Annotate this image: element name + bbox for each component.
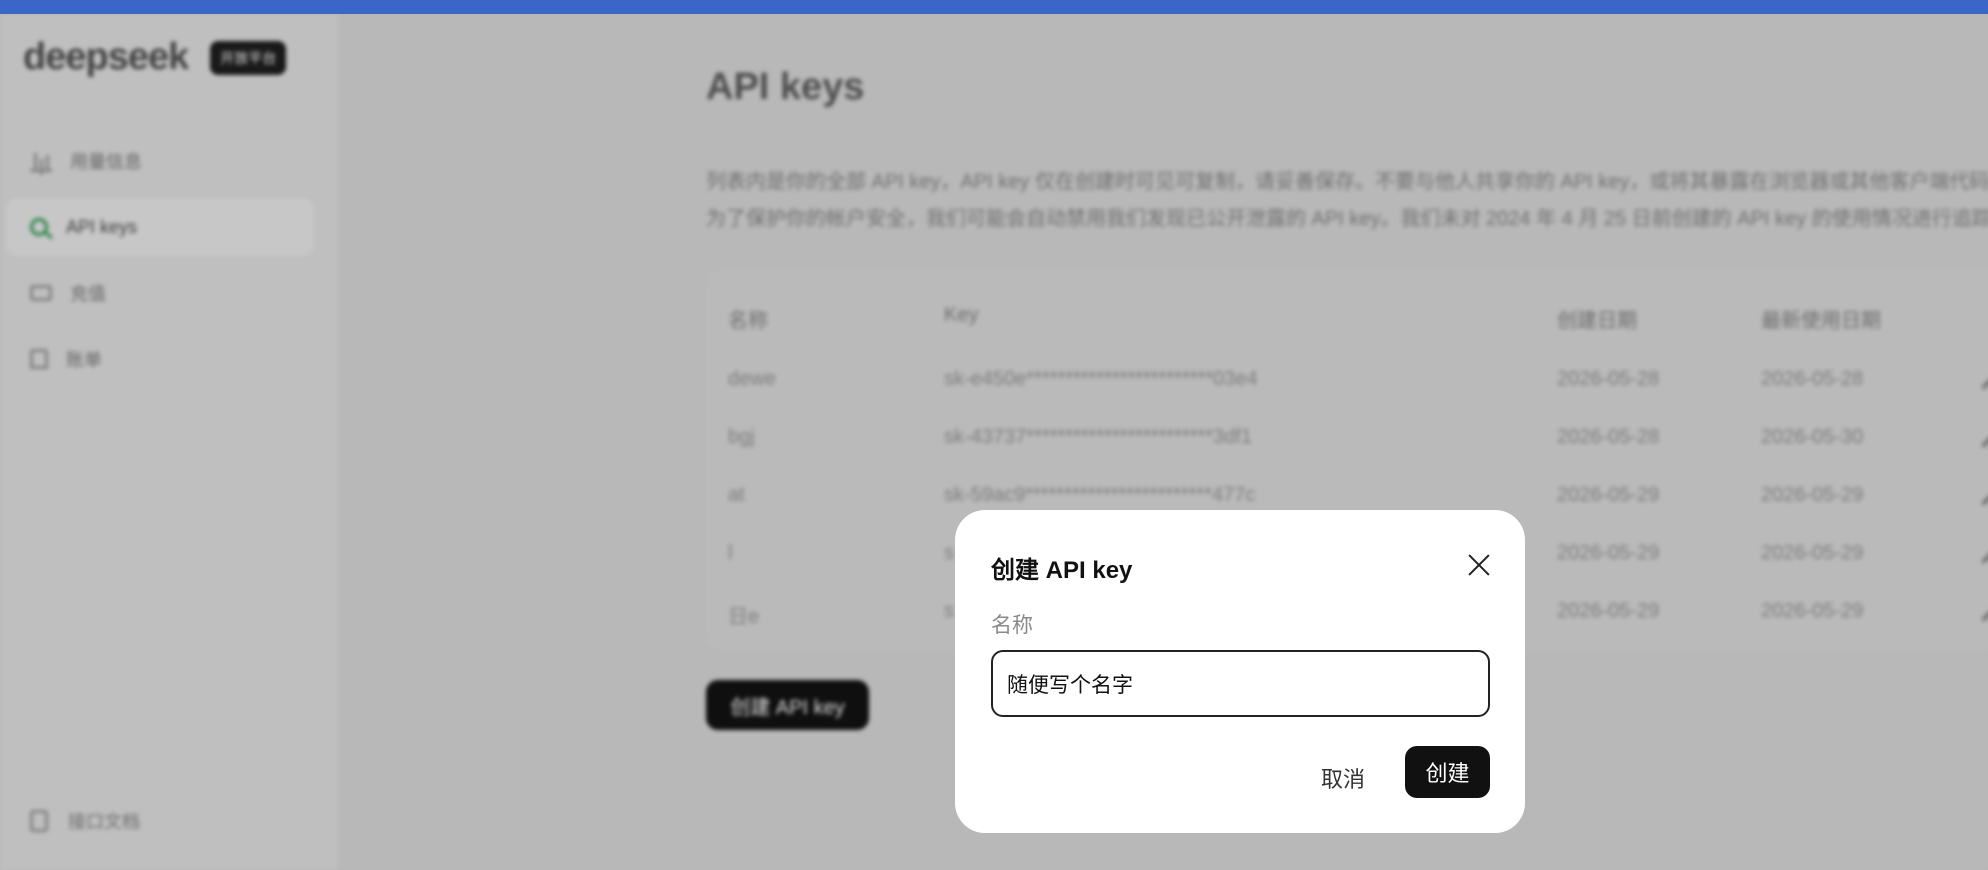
name-input[interactable]: 随便写个名字: [991, 650, 1490, 717]
dialog-title: 创建 API key: [991, 557, 1133, 584]
close-icon[interactable]: [1467, 553, 1491, 577]
create-button[interactable]: 创建: [1405, 746, 1490, 798]
cancel-button[interactable]: 取消: [1307, 752, 1379, 804]
browser-top-strip: [0, 0, 1988, 14]
name-label: 名称: [991, 614, 1033, 637]
create-api-key-dialog: 创建 API key 名称 随便写个名字 取消 创建: [955, 510, 1525, 833]
